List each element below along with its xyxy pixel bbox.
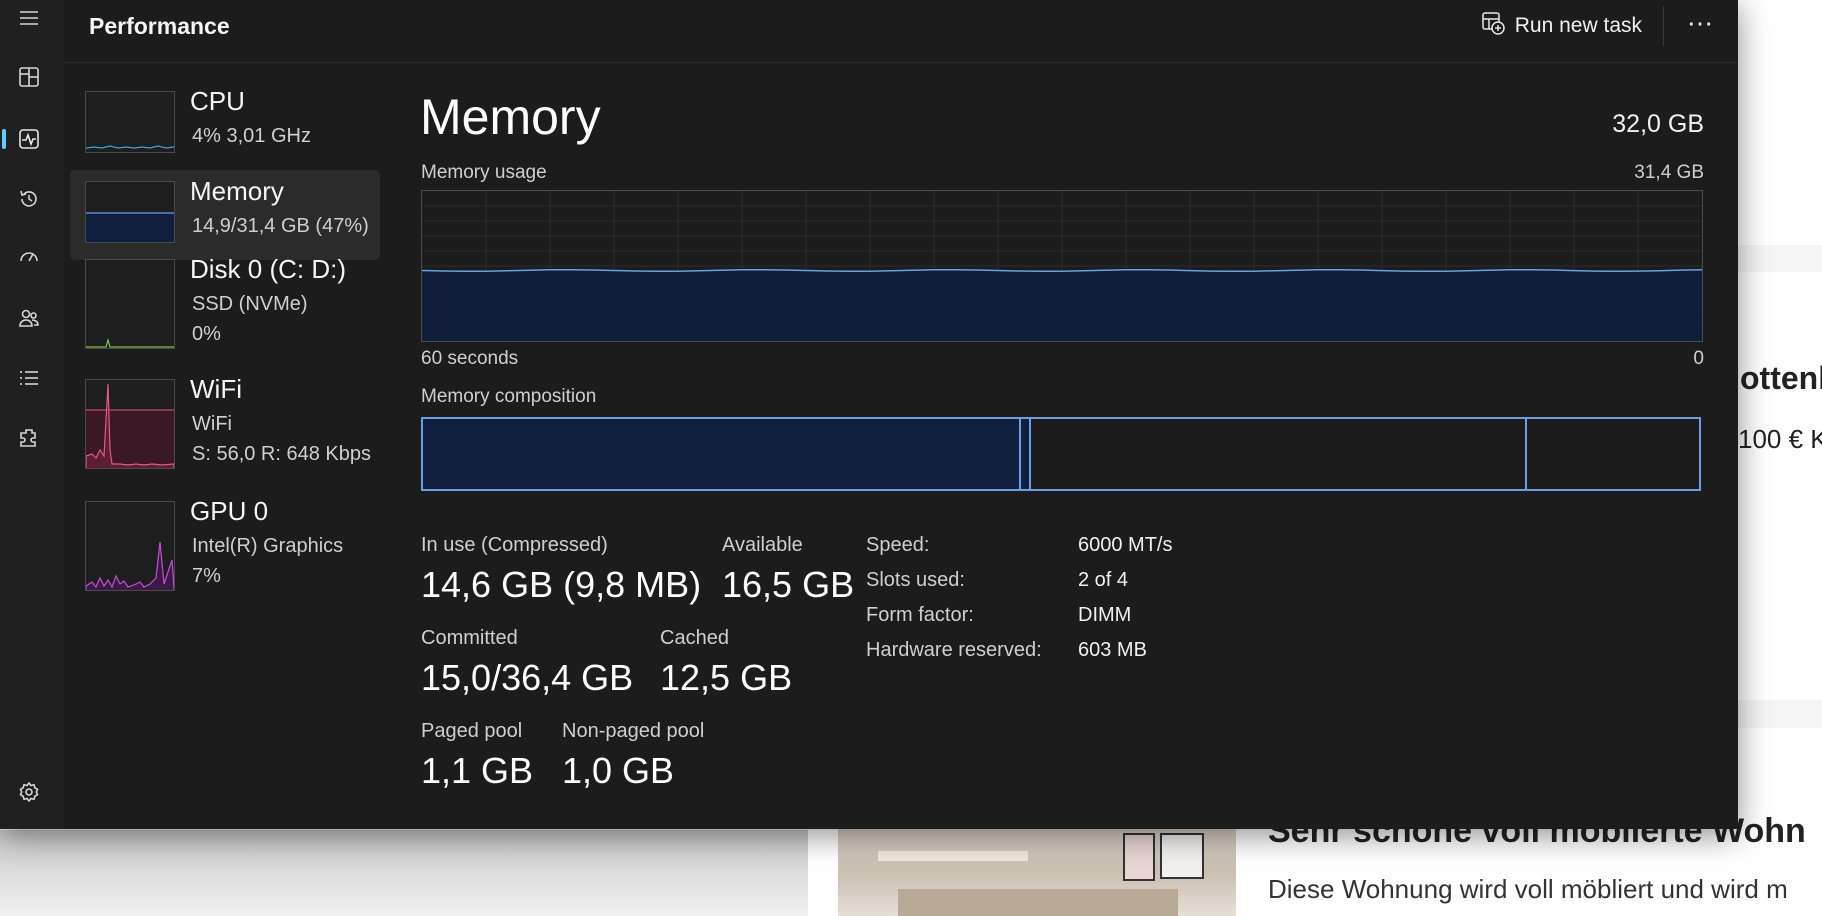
available-label: Available bbox=[722, 534, 803, 556]
resource-name: Disk 0 (C: D:) bbox=[190, 254, 346, 284]
composition-modified[interactable] bbox=[1021, 419, 1029, 489]
resource-detail: WiFi bbox=[192, 413, 232, 435]
resource-name: WiFi bbox=[190, 374, 242, 404]
memory-composition-bar[interactable] bbox=[421, 417, 1701, 491]
hardware-reserved-value: 603 MB bbox=[1078, 639, 1147, 661]
run-new-task-label: Run new task bbox=[1514, 14, 1642, 37]
time-axis-end: 0 bbox=[1693, 348, 1704, 369]
window-shadow bbox=[0, 830, 808, 916]
paged-pool-value: 1,1 GB bbox=[421, 750, 534, 791]
resource-item-cpu[interactable]: CPU 4% 3,01 GHz bbox=[70, 80, 380, 170]
memory-usage-graph bbox=[421, 190, 1703, 342]
run-new-task-icon bbox=[1481, 11, 1505, 41]
wifi-thumbnail-graph bbox=[85, 379, 175, 469]
disk-thumbnail-graph bbox=[85, 259, 175, 349]
page-title: Performance bbox=[89, 13, 230, 39]
cpu-thumbnail-graph bbox=[85, 91, 175, 153]
task-manager-window: Performance Run new task ⋯ CPU 4% 3,01 G… bbox=[0, 0, 1738, 829]
resource-item-disk[interactable]: Disk 0 (C: D:) SSD (NVMe) 0% bbox=[70, 248, 380, 368]
memory-usage-max: 31,4 GB bbox=[1634, 162, 1704, 183]
active-indicator bbox=[2, 129, 6, 149]
resource-item-wifi[interactable]: WiFi WiFi S: 56,0 R: 648 Kbps bbox=[70, 368, 380, 490]
background-listing-heading[interactable]: ottenb bbox=[1740, 360, 1822, 397]
background-listing-price: 100 € K bbox=[1738, 424, 1822, 454]
form-factor-value: DIMM bbox=[1078, 604, 1132, 626]
resource-name: GPU 0 bbox=[190, 496, 269, 526]
toolbar-divider bbox=[1663, 6, 1664, 46]
resource-list: CPU 4% 3,01 GHz Memory 14,9/31,4 GB (47%… bbox=[70, 80, 380, 600]
more-options-button[interactable]: ⋯ bbox=[1687, 8, 1714, 39]
memory-thumbnail-graph bbox=[85, 181, 175, 243]
slots-used-value: 2 of 4 bbox=[1078, 569, 1129, 591]
background-listing-photo[interactable] bbox=[838, 829, 1236, 916]
memory-usage-label: Memory usage bbox=[421, 162, 547, 183]
composition-in-use[interactable] bbox=[423, 419, 1019, 489]
resource-detail: Intel(R) Graphics bbox=[192, 535, 344, 557]
resource-item-memory[interactable]: Memory 14,9/31,4 GB (47%) bbox=[70, 170, 380, 260]
navigation-rail bbox=[0, 0, 64, 829]
resource-detail-2: 0% bbox=[192, 323, 221, 345]
total-memory: 32,0 GB bbox=[1612, 110, 1704, 138]
non-paged-pool-value: 1,0 GB bbox=[562, 750, 675, 791]
time-axis-start: 60 seconds bbox=[421, 348, 519, 369]
in-use-value: 14,6 GB (9,8 MB) bbox=[421, 564, 702, 605]
hamburger-menu-icon[interactable] bbox=[14, 3, 44, 33]
slots-used-label: Slots used: bbox=[866, 569, 965, 591]
background-listing-description: Diese Wohnung wird voll möbliert und wir… bbox=[1268, 874, 1788, 904]
users-icon[interactable] bbox=[14, 303, 44, 333]
composition-free[interactable] bbox=[1527, 419, 1699, 489]
cached-label: Cached bbox=[660, 627, 729, 649]
resource-item-gpu[interactable]: GPU 0 Intel(R) Graphics 7% bbox=[70, 490, 380, 600]
services-icon[interactable] bbox=[14, 423, 44, 453]
startup-apps-icon[interactable] bbox=[14, 242, 44, 272]
resource-name: Memory bbox=[190, 176, 284, 206]
resource-name: CPU bbox=[190, 86, 245, 116]
gpu-thumbnail-graph bbox=[85, 501, 175, 591]
background-card-top bbox=[1738, 0, 1822, 245]
resource-detail: 4% 3,01 GHz bbox=[192, 125, 311, 147]
paged-pool-label: Paged pool bbox=[421, 720, 523, 742]
details-icon[interactable] bbox=[14, 363, 44, 393]
committed-value: 15,0/36,4 GB bbox=[421, 657, 634, 698]
hardware-reserved-label: Hardware reserved: bbox=[866, 639, 1042, 661]
speed-label: Speed: bbox=[866, 534, 930, 556]
panel-title: Memory bbox=[420, 89, 601, 145]
top-bar: Performance Run new task ⋯ bbox=[64, 0, 1738, 63]
cached-value: 12,5 GB bbox=[660, 657, 793, 698]
non-paged-pool-label: Non-paged pool bbox=[562, 720, 705, 742]
run-new-task-button[interactable]: Run new task bbox=[1481, 10, 1642, 42]
performance-icon[interactable] bbox=[14, 124, 44, 154]
committed-label: Committed bbox=[421, 627, 518, 649]
speed-value: 6000 MT/s bbox=[1078, 534, 1173, 556]
composition-standby[interactable] bbox=[1031, 419, 1525, 489]
resource-detail: SSD (NVMe) bbox=[192, 293, 308, 315]
available-value: 16,5 GB bbox=[722, 564, 855, 605]
in-use-label: In use (Compressed) bbox=[421, 534, 608, 556]
memory-usage-area bbox=[422, 269, 1702, 341]
background-card-listing bbox=[1738, 272, 1822, 700]
settings-icon[interactable] bbox=[14, 777, 44, 807]
form-factor-label: Form factor: bbox=[866, 604, 974, 626]
app-history-icon[interactable] bbox=[14, 184, 44, 214]
processes-icon[interactable] bbox=[14, 62, 44, 92]
resource-detail: 14,9/31,4 GB (47%) bbox=[192, 215, 369, 237]
resource-detail-2: S: 56,0 R: 648 Kbps bbox=[192, 443, 372, 465]
memory-composition-label: Memory composition bbox=[421, 386, 597, 407]
resource-detail-2: 7% bbox=[192, 565, 221, 587]
